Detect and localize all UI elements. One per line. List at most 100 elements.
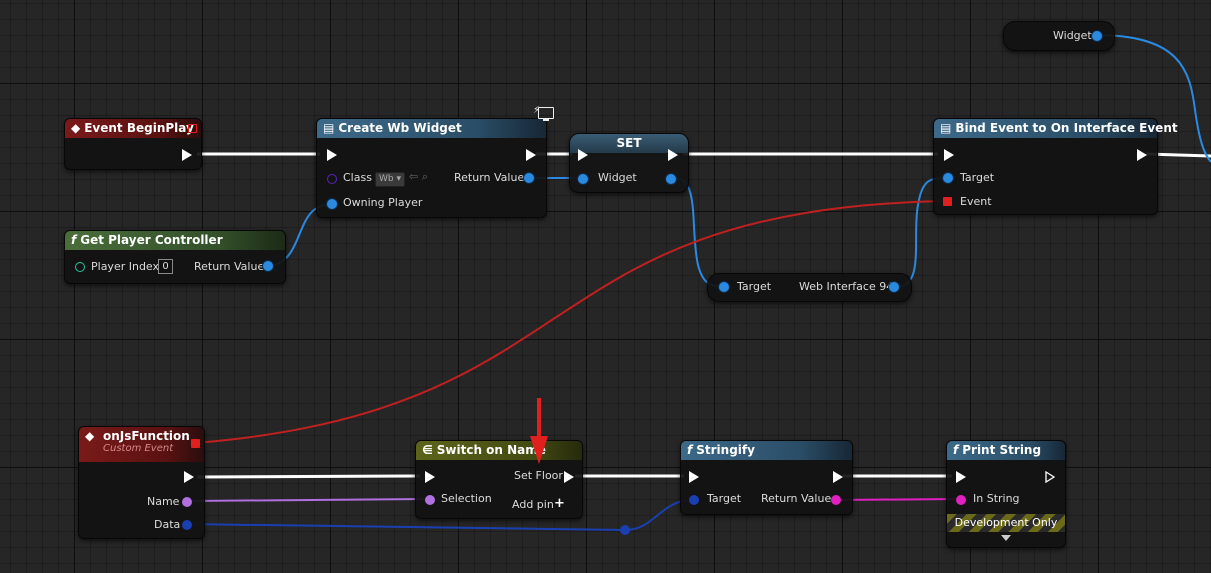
web-interface-output-pin[interactable] bbox=[889, 282, 899, 292]
event-beginplay-title: Event BeginPlay bbox=[84, 121, 194, 135]
set-widget-in-pin[interactable] bbox=[578, 174, 588, 184]
create-widget-class-label: Class bbox=[343, 171, 372, 184]
create-widget-owning-player-pin[interactable] bbox=[327, 199, 337, 209]
event-beginplay-node[interactable]: ◆ Event BeginPlay bbox=[64, 118, 202, 170]
bind-event-header: ▤ Bind Event to On Interface Event bbox=[934, 119, 1178, 138]
bind-event-exec-in[interactable] bbox=[944, 149, 954, 161]
monitor-icon: ⚡ bbox=[533, 105, 554, 121]
web-interface-target-pin[interactable] bbox=[719, 282, 729, 292]
on-js-function-delegate-pin[interactable] bbox=[191, 439, 200, 448]
set-node[interactable]: SET Widget bbox=[569, 133, 689, 193]
exec-wire-js-switch bbox=[196, 474, 421, 479]
reroute-knot bbox=[620, 525, 630, 535]
stringify-return-pin[interactable] bbox=[831, 495, 841, 505]
bind-event-event-pin[interactable] bbox=[943, 197, 952, 206]
event-diamond-icon: ◆ bbox=[85, 429, 95, 443]
create-widget-class-dropdown[interactable]: Wb ▾ bbox=[375, 172, 406, 187]
development-only-label: Development Only bbox=[954, 516, 1058, 529]
wire-return-instring bbox=[835, 498, 959, 501]
annotation-arrow bbox=[530, 398, 548, 464]
blueprint-graph-canvas[interactable]: Widget ◆ Event BeginPlay ▤ Create Wb Widge… bbox=[0, 0, 1211, 573]
create-widget-node[interactable]: ▤ Create Wb Widget Class Wb ▾ ⇦ ⌕ Return … bbox=[316, 118, 547, 218]
on-js-function-name-pin[interactable] bbox=[182, 497, 192, 507]
get-player-controller-index-pin[interactable] bbox=[75, 262, 85, 272]
stringify-target-label: Target bbox=[707, 492, 742, 505]
bind-event-target-label: Target bbox=[960, 171, 995, 184]
switch-on-name-exec-in[interactable] bbox=[425, 471, 435, 483]
set-title: SET bbox=[616, 136, 642, 150]
on-js-function-exec-out[interactable] bbox=[184, 471, 194, 483]
switch-on-name-add-pin-label[interactable]: Add pin bbox=[512, 498, 554, 511]
create-widget-title: Create Wb Widget bbox=[338, 121, 462, 135]
switch-on-name-header: ⋹ Switch on Name bbox=[416, 441, 582, 460]
web-interface-getter-node[interactable]: Target Web Interface 94 bbox=[707, 273, 912, 302]
stringify-title: Stringify bbox=[696, 443, 755, 457]
bind-event-target-pin[interactable] bbox=[943, 173, 953, 183]
widget-getter-output-pin[interactable] bbox=[1092, 31, 1102, 41]
widget-getter-node[interactable]: Widget bbox=[1003, 21, 1115, 51]
get-player-controller-title: Get Player Controller bbox=[80, 233, 223, 247]
print-string-title: Print String bbox=[962, 443, 1042, 457]
on-js-function-data-label: Data bbox=[154, 518, 181, 531]
player-index-input[interactable]: 0 bbox=[158, 259, 173, 274]
print-string-header: f Print String bbox=[947, 441, 1065, 460]
stringify-node[interactable]: f Stringify Target Return Value bbox=[680, 440, 853, 515]
create-widget-return-pin[interactable] bbox=[524, 173, 534, 183]
event-beginplay-header: ◆ Event BeginPlay bbox=[65, 119, 201, 138]
on-js-function-data-pin[interactable] bbox=[182, 520, 192, 530]
print-string-exec-out[interactable] bbox=[1045, 471, 1055, 483]
wire-name-selection bbox=[185, 498, 429, 502]
event-beginplay-delegate-pin[interactable] bbox=[188, 124, 197, 133]
wire-set-target bbox=[674, 177, 725, 288]
on-js-function-subtitle: Custom Event bbox=[103, 443, 174, 454]
stringify-return-label: Return Value bbox=[761, 492, 832, 505]
switch-icon: ⋹ bbox=[422, 443, 433, 457]
create-widget-header: ▤ Create Wb Widget bbox=[317, 119, 546, 138]
print-string-instring-pin[interactable] bbox=[956, 495, 966, 505]
stringify-exec-in[interactable] bbox=[689, 471, 699, 483]
bind-event-node[interactable]: ▤ Bind Event to On Interface Event Target… bbox=[933, 118, 1178, 215]
switch-on-name-case-label: Set Floor bbox=[514, 469, 563, 482]
switch-on-name-node[interactable]: ⋹ Switch on Name Set Floor Selection Add … bbox=[415, 440, 583, 519]
set-widget-label: Widget bbox=[598, 171, 637, 184]
web-interface-target-label: Target bbox=[737, 280, 772, 293]
get-player-controller-node[interactable]: f Get Player Controller Player Index 0 Re… bbox=[64, 230, 286, 284]
switch-on-name-selection-label: Selection bbox=[441, 492, 492, 505]
stringify-header: f Stringify bbox=[681, 441, 852, 460]
print-string-exec-in[interactable] bbox=[956, 471, 966, 483]
print-string-node[interactable]: f Print String In String Development Only bbox=[946, 440, 1066, 548]
get-player-controller-return-label: Return Value bbox=[194, 260, 265, 273]
create-widget-class-pin[interactable] bbox=[327, 174, 337, 184]
create-widget-owning-player-label: Owning Player bbox=[343, 196, 423, 209]
widget-icon: ▤ bbox=[940, 121, 952, 135]
add-pin-icon[interactable]: + bbox=[554, 496, 565, 511]
bind-event-event-label: Event bbox=[960, 195, 992, 208]
create-widget-exec-out[interactable] bbox=[526, 149, 536, 161]
stringify-target-pin[interactable] bbox=[689, 495, 699, 505]
stringify-exec-out[interactable] bbox=[833, 471, 843, 483]
class-dropdown-value: Wb bbox=[379, 174, 394, 184]
web-interface-output-label: Web Interface 94 bbox=[799, 280, 894, 293]
on-js-function-node[interactable]: ◆ onJsFunction Custom Event Name Data bbox=[78, 426, 205, 539]
switch-on-name-selection-pin[interactable] bbox=[425, 495, 435, 505]
chevron-down-icon[interactable] bbox=[1001, 535, 1011, 541]
wire-delegate-event bbox=[194, 200, 946, 444]
get-player-controller-return-pin[interactable] bbox=[263, 261, 273, 271]
function-icon: f bbox=[71, 233, 77, 247]
get-player-controller-header: f Get Player Controller bbox=[65, 231, 285, 250]
set-exec-in[interactable] bbox=[578, 149, 588, 161]
create-widget-return-label: Return Value bbox=[454, 171, 525, 184]
set-exec-out[interactable] bbox=[668, 149, 678, 161]
set-widget-out-pin[interactable] bbox=[666, 174, 676, 184]
widget-icon: ▤ bbox=[323, 121, 335, 135]
bind-event-title: Bind Event to On Interface Event bbox=[955, 121, 1178, 135]
on-js-function-header: ◆ onJsFunction Custom Event bbox=[79, 427, 204, 462]
create-widget-class-browse-icon[interactable]: ⇦ ⌕ bbox=[409, 170, 428, 184]
function-icon: f bbox=[953, 443, 959, 457]
widget-getter-label: Widget bbox=[1053, 29, 1092, 42]
bind-event-exec-out[interactable] bbox=[1137, 149, 1147, 161]
switch-on-name-case-exec-out[interactable] bbox=[564, 471, 574, 483]
event-beginplay-exec-out[interactable] bbox=[182, 149, 192, 161]
event-diamond-icon: ◆ bbox=[71, 121, 81, 135]
create-widget-exec-in[interactable] bbox=[327, 149, 337, 161]
